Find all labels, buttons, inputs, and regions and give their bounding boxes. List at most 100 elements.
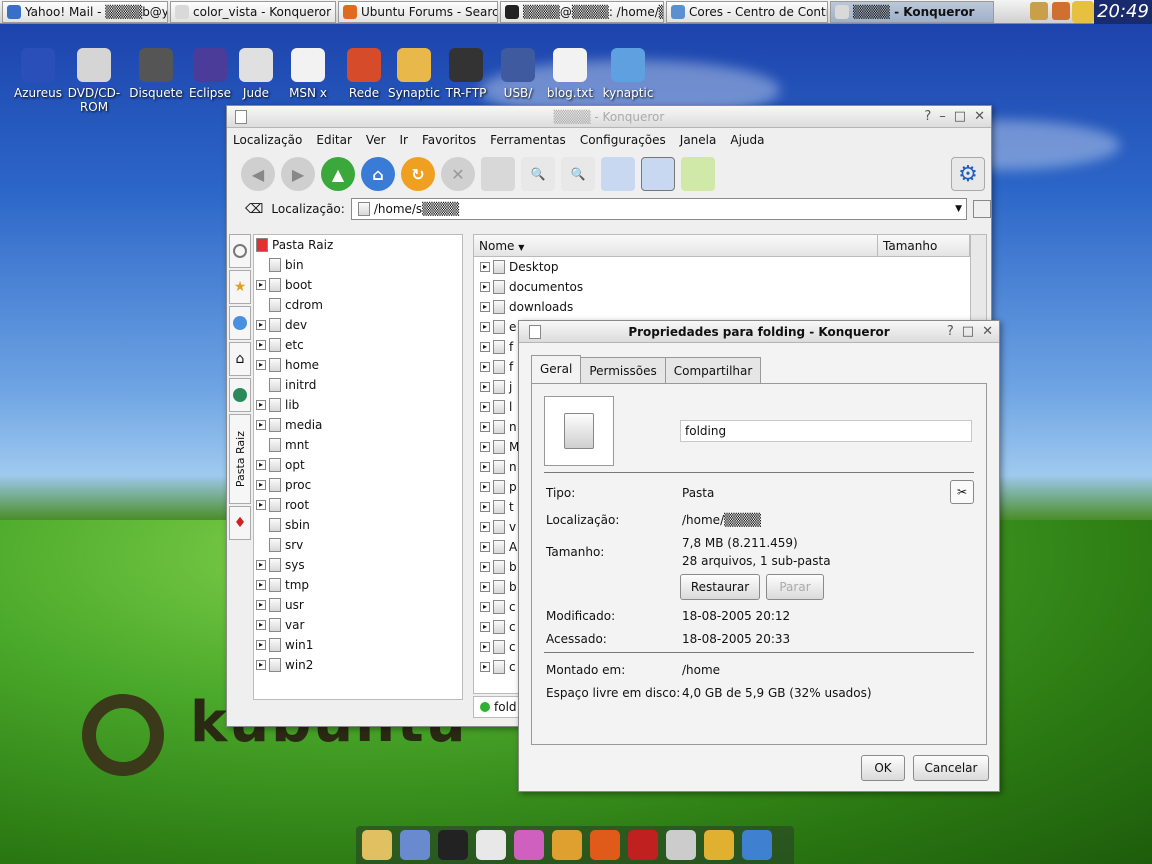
back-icon[interactable]: ◀ <box>241 157 275 191</box>
tree-item[interactable]: srv <box>254 535 462 555</box>
expand-icon[interactable]: ▸ <box>480 542 490 552</box>
expand-icon[interactable]: ▸ <box>480 282 490 292</box>
menu-item[interactable]: Favoritos <box>422 133 476 147</box>
location-input[interactable]: /home/s▒▒▒▒ ▼ <box>350 198 968 220</box>
expand-icon[interactable]: ▸ <box>256 320 266 330</box>
maximize-icon[interactable]: □ <box>954 106 966 128</box>
tools-icon[interactable]: ✂ <box>950 480 974 504</box>
taskbar-task[interactable]: Yahoo! Mail - ▒▒▒▒b@y▒ <box>2 0 168 23</box>
menu-item[interactable]: Ajuda <box>730 133 764 147</box>
desktop-icon[interactable]: Synaptic <box>384 48 444 100</box>
clock[interactable]: 20:49 <box>1094 0 1152 24</box>
sidebar-tab-home[interactable]: ⌂ <box>229 342 251 376</box>
expand-icon[interactable]: ▸ <box>256 360 266 370</box>
desktop-icon[interactable]: DVD/CD-ROM <box>64 48 124 114</box>
reload-icon[interactable]: ↻ <box>401 157 435 191</box>
launcher-icon[interactable] <box>666 830 696 860</box>
settings-gear-icon[interactable]: ⚙ <box>951 157 985 191</box>
tree-item[interactable]: ▸ lib <box>254 395 462 415</box>
tree-item[interactable]: ▸ dev <box>254 315 462 335</box>
expand-icon[interactable]: ▸ <box>256 640 266 650</box>
home-icon[interactable]: ⌂ <box>361 157 395 191</box>
user-icon[interactable] <box>1072 1 1094 23</box>
zoom-out-icon[interactable]: 🔍 <box>561 157 595 191</box>
parar-button[interactable]: Parar <box>766 574 824 600</box>
expand-icon[interactable]: ▸ <box>480 602 490 612</box>
tree-item[interactable]: ▸ win1 <box>254 635 462 655</box>
expand-icon[interactable]: ▸ <box>480 262 490 272</box>
expand-icon[interactable]: ▸ <box>256 340 266 350</box>
file-row[interactable]: ▸ downloads <box>474 297 986 317</box>
launcher-icon[interactable] <box>590 830 620 860</box>
expand-icon[interactable]: ▸ <box>256 560 266 570</box>
expand-icon[interactable]: ▸ <box>480 322 490 332</box>
sidebar-tab-root[interactable]: Pasta Raiz <box>229 414 251 504</box>
icon-view-icon[interactable] <box>601 157 635 191</box>
sidebar-tab-devices[interactable] <box>229 234 251 268</box>
print-icon[interactable] <box>481 157 515 191</box>
launcher-icon[interactable] <box>476 830 506 860</box>
tree-root[interactable]: Pasta Raiz <box>254 235 462 255</box>
launcher-icon[interactable] <box>514 830 544 860</box>
tree-item[interactable]: ▸ boot <box>254 275 462 295</box>
window-icon[interactable] <box>235 110 247 124</box>
up-icon[interactable]: ▲ <box>321 157 355 191</box>
zoom-in-icon[interactable]: 🔍 <box>521 157 555 191</box>
launcher-icon[interactable] <box>362 830 392 860</box>
expand-icon[interactable]: ▸ <box>256 660 266 670</box>
chevron-down-icon[interactable]: ▼ <box>955 204 962 214</box>
expand-icon[interactable]: ▸ <box>256 280 266 290</box>
taskbar-task[interactable]: color_vista - Konqueror <box>170 0 336 23</box>
column-size[interactable]: Tamanho <box>878 235 970 256</box>
column-name[interactable]: Nome ▼ <box>474 235 878 256</box>
expand-icon[interactable]: ▸ <box>256 420 266 430</box>
folder-icon-button[interactable] <box>544 396 614 466</box>
expand-icon[interactable]: ▸ <box>480 642 490 652</box>
tree-item[interactable]: ▸ home <box>254 355 462 375</box>
menu-item[interactable]: Editar <box>316 133 352 147</box>
file-row[interactable]: ▸ documentos <box>474 277 986 297</box>
tree-item[interactable]: bin <box>254 255 462 275</box>
close-icon[interactable]: ✕ <box>974 106 985 128</box>
go-icon[interactable] <box>973 200 991 218</box>
expand-icon[interactable]: ▸ <box>480 522 490 532</box>
maximize-icon[interactable]: □ <box>962 321 974 343</box>
expand-icon[interactable]: ▸ <box>480 362 490 372</box>
expand-icon[interactable]: ▸ <box>480 582 490 592</box>
sidebar-tab-history[interactable] <box>229 306 251 340</box>
expand-icon[interactable]: ▸ <box>256 480 266 490</box>
launcher-icon[interactable] <box>742 830 772 860</box>
menu-item[interactable]: Ver <box>366 133 386 147</box>
expand-icon[interactable]: ▸ <box>256 460 266 470</box>
expand-icon[interactable]: ▸ <box>256 500 266 510</box>
tree-item[interactable]: ▸ sys <box>254 555 462 575</box>
expand-icon[interactable]: ▸ <box>480 662 490 672</box>
menu-item[interactable]: Janela <box>680 133 717 147</box>
window-titlebar[interactable]: ▒▒▒▒ - Konqueror ? – □ ✕ <box>227 106 991 128</box>
desktop-icon[interactable]: MSN x <box>278 48 338 100</box>
launcher-icon[interactable] <box>628 830 658 860</box>
expand-icon[interactable]: ▸ <box>256 580 266 590</box>
network-icon[interactable] <box>1052 2 1070 20</box>
tree-item[interactable]: sbin <box>254 515 462 535</box>
tree-item[interactable]: ▸ proc <box>254 475 462 495</box>
launcher-icon[interactable] <box>400 830 430 860</box>
expand-icon[interactable]: ▸ <box>256 600 266 610</box>
klipper-icon[interactable] <box>1030 2 1048 20</box>
tree-item[interactable]: initrd <box>254 375 462 395</box>
expand-icon[interactable]: ▸ <box>480 422 490 432</box>
expand-icon[interactable]: ▸ <box>480 342 490 352</box>
taskbar-task[interactable]: ▒▒▒▒@▒▒▒▒: /home/▒▒ <box>500 0 664 23</box>
expand-icon[interactable]: ▸ <box>480 502 490 512</box>
tree-item[interactable]: ▸ root <box>254 495 462 515</box>
tree-item[interactable]: ▸ opt <box>254 455 462 475</box>
help-icon[interactable]: ? <box>947 321 954 343</box>
sidebar-tab-network[interactable] <box>229 378 251 412</box>
expand-icon[interactable]: ▸ <box>480 402 490 412</box>
taskbar-task[interactable]: Ubuntu Forums - Search R <box>338 0 498 23</box>
expand-icon[interactable]: ▸ <box>256 400 266 410</box>
tab-compartilhar[interactable]: Compartilhar <box>664 357 762 383</box>
desktop-icon[interactable]: Azureus <box>8 48 68 100</box>
tree-item[interactable]: ▸ tmp <box>254 575 462 595</box>
expand-icon[interactable]: ▸ <box>480 302 490 312</box>
